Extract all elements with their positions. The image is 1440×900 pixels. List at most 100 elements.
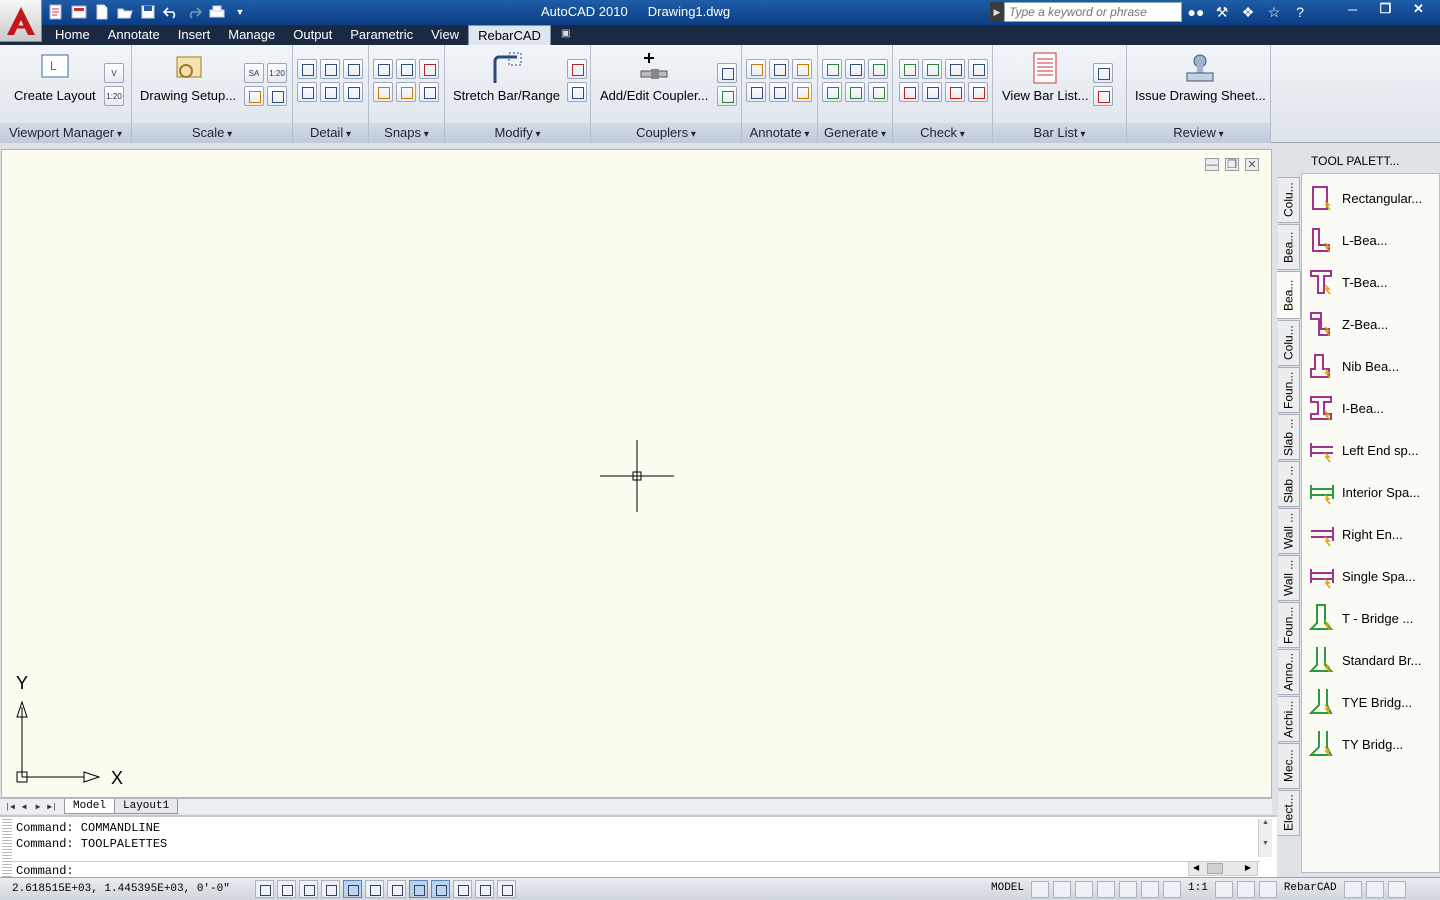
application-menu-button[interactable] [0, 0, 42, 42]
binoculars-icon[interactable]: ●● [1185, 2, 1207, 22]
tab-rebarcad[interactable]: RebarCAD [468, 25, 551, 45]
palette-item-rectangular[interactable]: Rectangular... [1308, 180, 1422, 216]
annotation-scale-value[interactable]: 1:1 [1185, 881, 1211, 898]
palette-item-t-bridge[interactable]: T - Bridge ... [1308, 600, 1413, 636]
tab-view[interactable]: View [422, 25, 468, 45]
annotate-tag-icon[interactable] [792, 59, 812, 79]
palette-item-interior-span[interactable]: Interior Spa... [1308, 474, 1420, 510]
tab-annotate[interactable]: Annotate [99, 25, 169, 45]
minimize-ribbon-icon[interactable]: ▣ [561, 25, 570, 45]
dynamic-ucs-icon[interactable] [431, 880, 450, 898]
palette-item-single-span[interactable]: Single Spa... [1308, 558, 1416, 594]
panel-title-snaps[interactable]: Snaps [369, 123, 444, 143]
annotate-leader-icon[interactable] [746, 82, 766, 102]
quick-properties-icon[interactable] [497, 880, 516, 898]
panel-title-couplers[interactable]: Couplers [591, 123, 741, 143]
panel-title-annotate[interactable]: Annotate [742, 123, 817, 143]
modify-list-icon[interactable] [567, 82, 587, 102]
palette-tab[interactable]: Archi... [1278, 696, 1300, 742]
coupler-link-icon[interactable] [717, 63, 737, 83]
clean-screen-icon[interactable] [1387, 881, 1406, 898]
undo-icon[interactable] [161, 3, 181, 21]
command-grip[interactable] [2, 819, 12, 877]
palette-tab[interactable]: Wall ... [1278, 555, 1300, 601]
workspace-switch[interactable]: RebarCAD [1281, 881, 1340, 898]
doc-close-icon[interactable]: ✕ [1245, 158, 1259, 171]
palette-tab-active[interactable]: Bea... [1277, 271, 1301, 319]
coordinate-readout[interactable]: 2.618515E+03, 1.445395E+03, 0'-0" [12, 883, 230, 895]
snap-mid-icon[interactable] [396, 82, 416, 102]
check-db-icon[interactable] [899, 59, 919, 79]
detail-m-icon[interactable] [297, 82, 317, 102]
palette-tab[interactable]: Colu... [1278, 177, 1300, 223]
favorites-star-icon[interactable]: ☆ [1263, 2, 1285, 22]
check-compare-icon[interactable] [945, 59, 965, 79]
check-count-icon[interactable] [968, 82, 988, 102]
annotation-visibility-icon[interactable] [1214, 881, 1233, 898]
palette-tab[interactable]: Slab ... [1278, 461, 1300, 507]
generate-mesh-icon[interactable] [868, 82, 888, 102]
prev-layout-icon[interactable]: ◀ [18, 800, 30, 813]
polar-tracking-icon[interactable] [343, 880, 362, 898]
object-snap-icon[interactable] [365, 880, 384, 898]
detail-lv-icon[interactable] [343, 59, 363, 79]
communication-icon[interactable]: ❖ [1237, 2, 1259, 22]
view-bar-list-button[interactable]: View Bar List... [1002, 51, 1088, 103]
palette-tab[interactable]: Foun... [1278, 367, 1300, 413]
palette-tab[interactable]: Foun... [1278, 602, 1300, 648]
command-scrollbar[interactable]: ▲ ▼ [1258, 819, 1272, 857]
panel-title-check[interactable]: Check [893, 123, 992, 143]
quick-view-layouts-icon[interactable] [1031, 881, 1050, 898]
snap-align-icon[interactable] [373, 59, 393, 79]
annotate-label-icon[interactable] [746, 59, 766, 79]
drawing-canvas[interactable]: — ❐ ✕ Y X [1, 149, 1272, 798]
panel-title-generate[interactable]: Generate [818, 123, 892, 143]
zoom-icon[interactable] [1097, 881, 1116, 898]
grid-display-icon[interactable] [299, 880, 318, 898]
tab-home[interactable]: Home [46, 25, 99, 45]
search-input[interactable] [1004, 2, 1182, 22]
palette-item-right-end-span[interactable]: Right En... [1308, 516, 1403, 552]
next-layout-icon[interactable]: ▶ [32, 800, 44, 813]
annotate-leader2-icon[interactable] [769, 82, 789, 102]
palette-tab[interactable]: Bea... [1278, 224, 1300, 270]
issue-drawing-sheet-button[interactable]: Issue Drawing Sheet... [1135, 51, 1266, 103]
create-layout-button[interactable]: L Create Layout [14, 51, 96, 103]
palette-item-tye-bridge[interactable]: TYE Bridg... [1308, 684, 1412, 720]
first-layout-icon[interactable]: |◀ [4, 800, 16, 813]
generate-arc-icon[interactable] [845, 82, 865, 102]
minimize-icon[interactable]: ─ [1336, 0, 1369, 18]
workspace-gear-icon[interactable] [1258, 881, 1277, 898]
command-input[interactable]: Command: [12, 861, 1260, 878]
panel-title-modify[interactable]: Modify [445, 123, 590, 143]
doc-minimize-icon[interactable]: — [1205, 158, 1219, 171]
modify-edit-icon[interactable] [567, 59, 587, 79]
barlist-print-icon[interactable] [1093, 86, 1113, 106]
tab-parametric[interactable]: Parametric [341, 25, 422, 45]
last-layout-icon[interactable]: ▶| [46, 800, 58, 813]
blank-doc-icon[interactable] [92, 3, 112, 21]
object-snap-tracking-icon[interactable] [409, 880, 428, 898]
annotate-multi-icon[interactable] [769, 59, 789, 79]
dynamic-input-icon[interactable] [453, 880, 472, 898]
palette-item-ty-bridge[interactable]: TY Bridg... [1308, 726, 1403, 762]
scale-sa-icon[interactable]: SA [244, 63, 264, 83]
subscription-icon[interactable]: ⚒ [1211, 2, 1233, 22]
check-schedule-icon[interactable] [922, 59, 942, 79]
palette-item-left-end-span[interactable]: Left End sp... [1308, 432, 1419, 468]
infer-constraints-icon[interactable] [255, 880, 274, 898]
search-expand-icon[interactable]: ▶ [990, 2, 1004, 22]
new-icon[interactable] [46, 3, 66, 21]
lineweight-icon[interactable] [475, 880, 494, 898]
lock-icon[interactable] [1343, 881, 1362, 898]
panel-title-viewport[interactable]: Viewport Manager [0, 123, 131, 143]
palette-tab[interactable]: Mec... [1278, 743, 1300, 789]
add-coupler-button[interactable]: Add/Edit Coupler... [600, 51, 708, 103]
close-icon[interactable]: ✕ [1402, 0, 1435, 18]
panel-title-barlist[interactable]: Bar List [993, 123, 1126, 143]
scale-pencil-icon[interactable] [244, 86, 264, 106]
detail-ls-icon[interactable] [320, 59, 340, 79]
generate-dropdown-icon[interactable] [845, 59, 865, 79]
3d-osnap-icon[interactable] [387, 880, 406, 898]
snap-angle-icon[interactable] [419, 59, 439, 79]
